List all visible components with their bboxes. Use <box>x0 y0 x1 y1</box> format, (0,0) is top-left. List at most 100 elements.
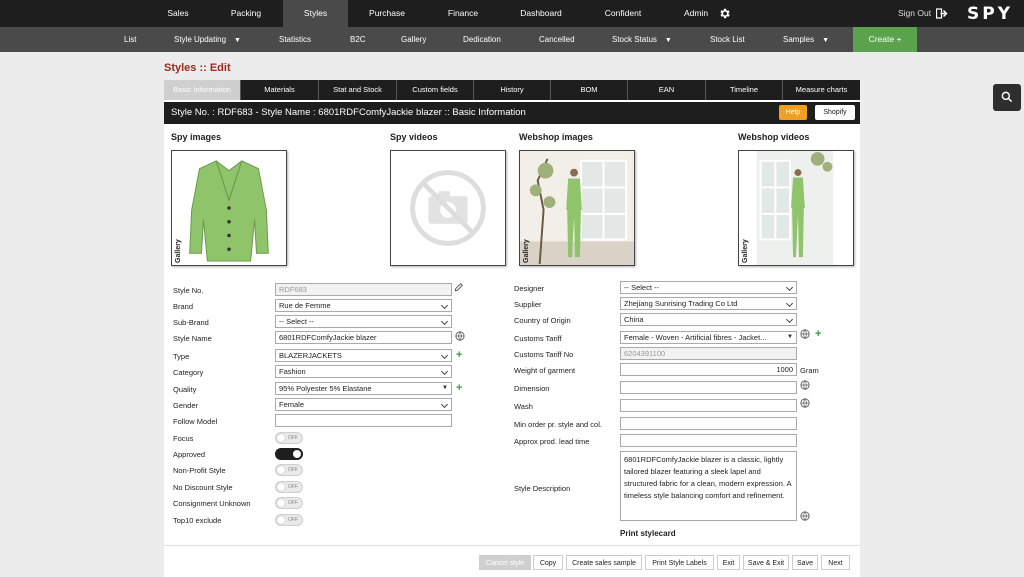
gallery-label[interactable]: Gallery <box>172 233 182 263</box>
lead-time-label: Approx prod. lead time <box>514 437 590 446</box>
add-customs-tariff-icon[interactable]: + <box>815 329 821 340</box>
no-discount-toggle[interactable]: OFF <box>275 481 303 493</box>
category-select[interactable]: Fashion <box>275 365 452 378</box>
gear-icon[interactable] <box>718 7 731 20</box>
lead-time-field[interactable] <box>620 434 797 447</box>
subnav-gallery[interactable]: Gallery <box>401 27 426 52</box>
spy-image-thumbnail[interactable]: Gallery <box>171 150 287 266</box>
gallery-label-text: Gallery <box>742 239 749 263</box>
brand-label: Brand <box>173 302 194 311</box>
style-no-field[interactable]: RDF683 <box>275 283 452 296</box>
globe-icon[interactable] <box>800 511 810 521</box>
focus-toggle[interactable]: OFF <box>275 432 303 444</box>
wash-field[interactable] <box>620 399 797 412</box>
add-quality-icon[interactable]: + <box>456 383 462 394</box>
add-type-icon[interactable]: + <box>456 350 462 361</box>
nav-styles[interactable]: Styles <box>283 0 348 27</box>
non-profit-toggle[interactable]: OFF <box>275 464 303 476</box>
sub-brand-select[interactable]: -- Select -- <box>275 315 452 328</box>
webshop-images-heading: Webshop images <box>519 132 593 142</box>
gallery-label[interactable]: Gallery <box>520 233 530 263</box>
create-button[interactable]: Create + <box>853 27 917 52</box>
gender-select[interactable]: Female <box>275 398 452 411</box>
nav-packing[interactable]: Packing <box>214 0 278 27</box>
subnav-list[interactable]: List <box>124 27 136 52</box>
type-select[interactable]: BLAZERJACKETS <box>275 349 452 362</box>
model-photo-image <box>520 151 634 265</box>
create-sales-sample-button[interactable]: Create sales sample <box>566 555 642 570</box>
tab-stat-and-stock[interactable]: Stat and Stock <box>318 80 396 100</box>
style-name-field[interactable]: 6801RDFComfyJackie blazer <box>275 331 452 344</box>
top-navigation: Sales Packing Styles Purchase Finance Da… <box>0 0 1024 27</box>
subnav-statistics[interactable]: Statistics <box>279 27 311 52</box>
tab-custom-fields[interactable]: Custom fields <box>396 80 473 100</box>
designer-select[interactable]: -- Select -- <box>620 281 797 294</box>
globe-icon[interactable] <box>800 380 810 390</box>
subnav-style-updating[interactable]: Style Updating ▼ <box>174 27 241 52</box>
shopify-button[interactable]: Shopify <box>815 105 855 120</box>
tab-history[interactable]: History <box>473 80 550 100</box>
subnav-stock-status[interactable]: Stock Status ▼ <box>612 27 672 52</box>
search-button[interactable] <box>993 84 1021 111</box>
save-and-exit-button[interactable]: Save & Exit <box>743 555 789 570</box>
action-footer: Cancel style Copy Create sales sample Pr… <box>164 545 860 577</box>
globe-icon[interactable] <box>800 329 810 339</box>
print-stylecard-link[interactable]: Print stylecard <box>620 529 676 538</box>
tab-ean[interactable]: EAN <box>627 80 705 100</box>
page-title: Styles :: Edit <box>164 62 231 74</box>
cancel-style-button[interactable]: Cancel style <box>479 555 531 570</box>
style-edit-panel: Basic Information Materials Stat and Sto… <box>164 80 860 577</box>
subnav-cancelled[interactable]: Cancelled <box>539 27 575 52</box>
customs-tariff-no-label: Customs Tariff No <box>514 350 574 359</box>
dimension-field[interactable] <box>620 381 797 394</box>
subnav-stock-list[interactable]: Stock List <box>710 27 745 52</box>
customs-tariff-select[interactable]: Female - Woven - Artificial fibres - Jac… <box>620 331 797 344</box>
nav-confident[interactable]: Confident <box>592 0 654 27</box>
nav-finance[interactable]: Finance <box>432 0 494 27</box>
weight-field[interactable]: 1000 <box>620 363 797 376</box>
quality-select[interactable]: 95% Polyester 5% Elastane <box>275 382 452 395</box>
style-description-textarea[interactable]: 6801RDFComfyJackie blazer is a classic, … <box>620 451 797 521</box>
globe-icon[interactable] <box>455 331 465 341</box>
webshop-image-thumbnail[interactable]: Gallery <box>519 150 635 266</box>
approved-toggle[interactable] <box>275 448 303 460</box>
top10-exclude-toggle[interactable]: OFF <box>275 514 303 526</box>
subnav-dedication[interactable]: Dedication <box>463 27 501 52</box>
spy-logo[interactable]: SPY <box>967 4 1013 24</box>
tab-measure-charts[interactable]: Measure charts <box>782 80 860 100</box>
customs-tariff-no-field[interactable]: 6204391100 <box>620 347 797 360</box>
tab-basic-information[interactable]: Basic Information <box>164 80 240 100</box>
print-style-labels-button[interactable]: Print Style Labels <box>645 555 714 570</box>
min-order-field[interactable] <box>620 417 797 430</box>
webshop-video-thumbnail[interactable]: Gallery <box>738 150 854 266</box>
sign-out-link[interactable]: Sign Out <box>898 0 931 27</box>
sign-out-icon[interactable] <box>936 8 948 19</box>
help-button[interactable]: Help <box>779 105 807 120</box>
exit-button[interactable]: Exit <box>717 555 740 570</box>
spy-video-placeholder[interactable] <box>390 150 506 266</box>
supplier-select[interactable]: Zhejiang Sunrising Trading Co Ltd <box>620 297 797 310</box>
tab-timeline[interactable]: Timeline <box>705 80 782 100</box>
brand-select[interactable]: Rue de Femme <box>275 299 452 312</box>
follow-model-field[interactable] <box>275 414 452 427</box>
country-select[interactable]: China <box>620 313 797 326</box>
copy-button[interactable]: Copy <box>533 555 563 570</box>
save-button[interactable]: Save <box>792 555 818 570</box>
nav-dashboard[interactable]: Dashboard <box>508 0 574 27</box>
pencil-icon[interactable] <box>454 282 464 292</box>
subnav-samples[interactable]: Samples ▼ <box>783 27 829 52</box>
nav-purchase[interactable]: Purchase <box>356 0 418 27</box>
gallery-label[interactable]: Gallery <box>739 233 749 263</box>
tab-materials[interactable]: Materials <box>240 80 318 100</box>
spy-images-heading: Spy images <box>171 132 222 142</box>
nav-sales[interactable]: Sales <box>150 0 206 27</box>
globe-icon[interactable] <box>800 398 810 408</box>
type-label: Type <box>173 352 190 361</box>
green-blazer-image <box>172 151 286 265</box>
subnav-b2c[interactable]: B2C <box>350 27 366 52</box>
tab-bom[interactable]: BOM <box>550 80 627 100</box>
next-button[interactable]: Next <box>821 555 850 570</box>
nav-admin[interactable]: Admin <box>674 0 718 27</box>
supplier-label: Supplier <box>514 300 542 309</box>
consignment-toggle[interactable]: OFF <box>275 497 303 509</box>
